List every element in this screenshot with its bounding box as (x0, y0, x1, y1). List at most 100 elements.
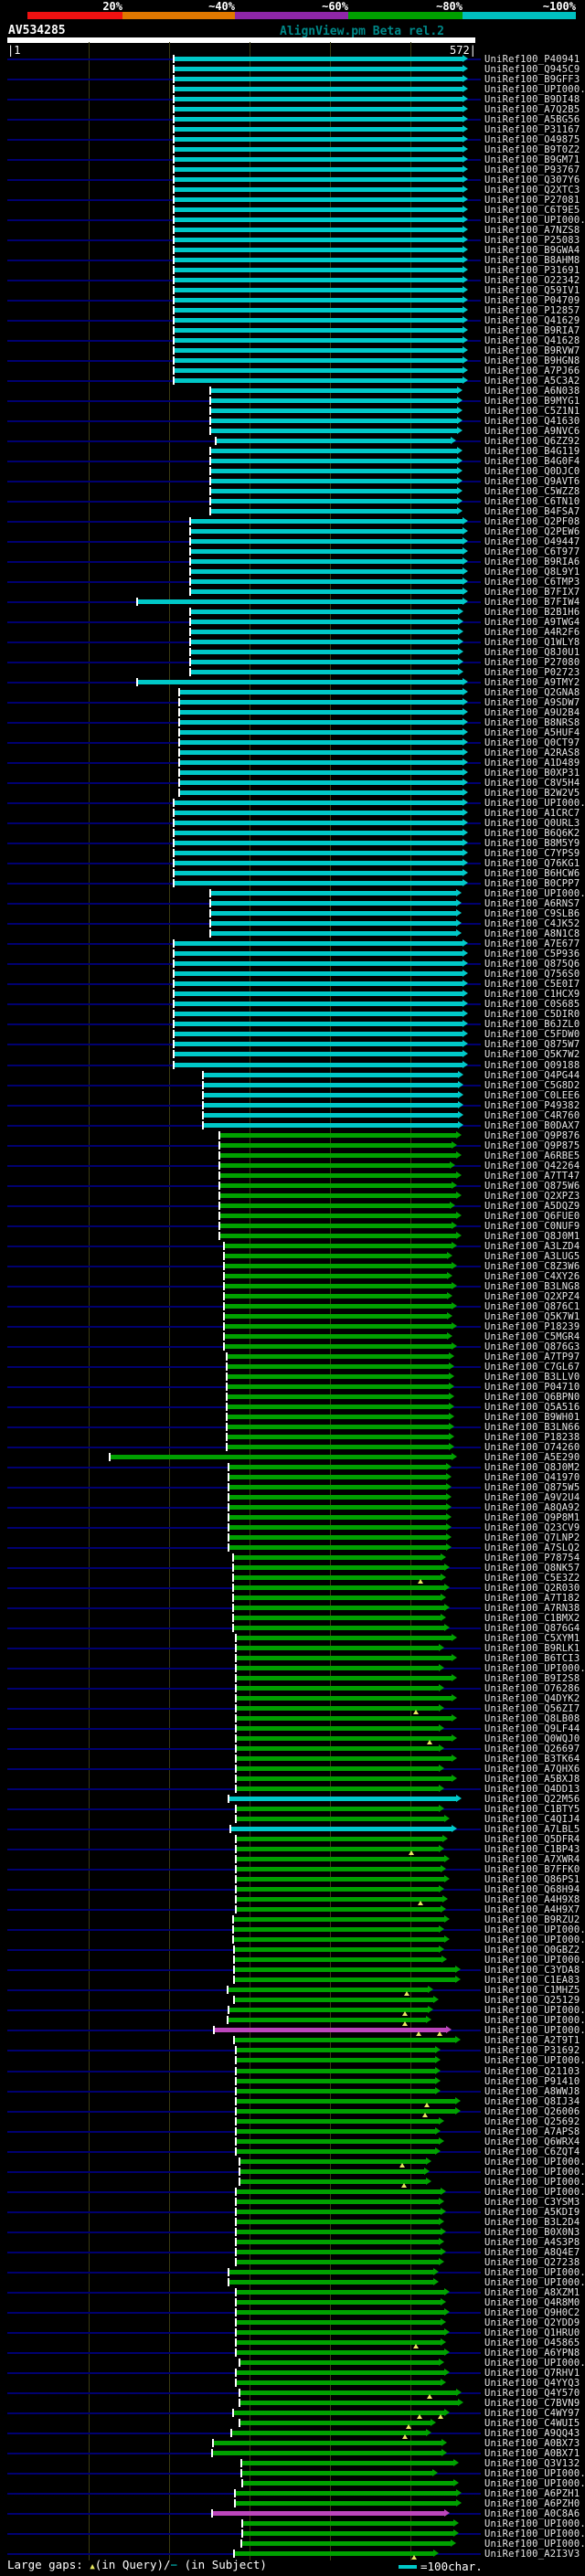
alignment-row[interactable]: UniRef100_Q25129 (0, 1995, 585, 2006)
alignment-row[interactable]: UniRef100_Q25692 (0, 2116, 585, 2127)
alignment-bar[interactable] (190, 660, 459, 665)
alignment-row[interactable]: UniRef100_C5E0I7 (0, 979, 585, 990)
alignment-row[interactable]: UniRef100_A4H9X8 (0, 1894, 585, 1906)
alignment-row[interactable]: UniRef100_A7LBL5 (0, 1824, 585, 1835)
alignment-row[interactable]: UniRef100_UPI000.. (0, 1924, 585, 1935)
alignment-row[interactable]: UniRef100_Q26697 (0, 1744, 585, 1754)
alignment-bar[interactable] (236, 2249, 441, 2254)
alignment-row[interactable]: UniRef100_P04709 (0, 295, 585, 306)
alignment-row[interactable]: UniRef100_A7T182 (0, 1593, 585, 1604)
alignment-bar[interactable] (174, 186, 463, 192)
alignment-bar[interactable] (190, 670, 459, 675)
alignment-row[interactable]: UniRef100_Q8LB08 (0, 1713, 585, 1724)
alignment-bar[interactable] (214, 2028, 447, 2033)
alignment-bar[interactable] (236, 1786, 440, 1792)
alignment-row[interactable]: UniRef100_C1BP43 (0, 1844, 585, 1856)
alignment-bar[interactable] (231, 2430, 427, 2435)
alignment-bar[interactable] (174, 166, 463, 172)
alignment-bar[interactable] (179, 780, 463, 786)
alignment-row[interactable]: UniRef100_A4S3P8 (0, 2237, 585, 2248)
alignment-row[interactable]: UniRef100_B0X0N3 (0, 2227, 585, 2238)
alignment-row[interactable]: UniRef100_A9V2U4 (0, 1492, 585, 1503)
alignment-bar[interactable] (210, 931, 457, 937)
alignment-row[interactable]: UniRef100_C0S685 (0, 999, 585, 1010)
alignment-row[interactable]: UniRef100_P93767 (0, 164, 585, 175)
alignment-row[interactable]: UniRef100_Q26006 (0, 2106, 585, 2117)
alignment-bar[interactable] (174, 86, 463, 91)
alignment-row[interactable]: UniRef100_C1BTY5 (0, 1804, 585, 1815)
alignment-row[interactable]: UniRef100_B4G0F4 (0, 456, 585, 467)
alignment-row[interactable]: UniRef100_UPI000.. (0, 1955, 585, 1966)
alignment-bar[interactable] (210, 468, 458, 473)
alignment-bar[interactable] (174, 66, 463, 71)
alignment-row[interactable]: UniRef100_B9RZU2 (0, 1914, 585, 1925)
alignment-row[interactable]: UniRef100_UPI000.. (0, 2468, 585, 2479)
alignment-row[interactable]: UniRef100_C5FDW0 (0, 1029, 585, 1040)
alignment-bar[interactable] (241, 2470, 433, 2475)
alignment-row[interactable]: UniRef100_UPI000.. (0, 2539, 585, 2549)
alignment-row[interactable]: UniRef100_Q2YDD9 (0, 2317, 585, 2328)
alignment-bar[interactable] (234, 1957, 442, 1963)
alignment-row[interactable]: UniRef100_P49382 (0, 1100, 585, 1111)
alignment-bar[interactable] (236, 1666, 440, 1671)
alignment-bar[interactable] (233, 1585, 445, 1591)
alignment-bar[interactable] (239, 2400, 459, 2405)
alignment-bar[interactable] (174, 227, 463, 232)
alignment-row[interactable]: UniRef100_P31691 (0, 265, 585, 276)
alignment-row[interactable]: UniRef100_B8M5Y9 (0, 838, 585, 849)
alignment-bar[interactable] (210, 398, 458, 403)
alignment-bar[interactable] (174, 1042, 463, 1047)
alignment-row[interactable]: UniRef100_B6HCW6 (0, 868, 585, 879)
alignment-bar[interactable] (219, 1203, 451, 1208)
alignment-row[interactable]: UniRef100_Q8J0M1 (0, 1231, 585, 1242)
alignment-bar[interactable] (210, 891, 457, 896)
alignment-row[interactable]: UniRef100_B6Q6K2 (0, 828, 585, 839)
alignment-row[interactable]: UniRef100_A9TWG4 (0, 617, 585, 628)
alignment-bar[interactable] (174, 56, 463, 61)
alignment-row[interactable]: UniRef100_C4R760 (0, 1110, 585, 1121)
alignment-row[interactable]: UniRef100_A7TP97 (0, 1352, 585, 1362)
alignment-bar[interactable] (236, 1756, 452, 1762)
alignment-row[interactable]: UniRef100_Q8IJ34 (0, 2096, 585, 2107)
alignment-row[interactable]: UniRef100_Q4R8M0 (0, 2297, 585, 2308)
alignment-bar[interactable] (242, 2520, 454, 2526)
alignment-row[interactable]: UniRef100_B9HGN8 (0, 355, 585, 366)
alignment-bar[interactable] (174, 136, 463, 142)
alignment-row[interactable]: UniRef100_Q0DJC0 (0, 466, 585, 477)
alignment-bar[interactable] (179, 720, 463, 726)
alignment-bar[interactable] (233, 1606, 445, 1611)
alignment-row[interactable]: UniRef100_C4WUI5 (0, 2418, 585, 2429)
alignment-row[interactable]: UniRef100_P78754 (0, 1553, 585, 1564)
alignment-bar[interactable] (174, 267, 463, 272)
alignment-row[interactable]: UniRef100_A6N038 (0, 386, 585, 397)
alignment-bar[interactable] (190, 589, 463, 595)
alignment-row[interactable]: UniRef100_B3TK64 (0, 1754, 585, 1765)
alignment-row[interactable]: UniRef100_A9TMY2 (0, 677, 585, 688)
alignment-bar[interactable] (174, 981, 463, 987)
alignment-bar[interactable] (174, 1022, 463, 1027)
alignment-row[interactable]: UniRef100_A7RN38 (0, 1603, 585, 1614)
alignment-row[interactable]: UniRef100_B9RIA7 (0, 325, 585, 336)
alignment-bar[interactable] (219, 1172, 457, 1178)
alignment-row[interactable]: UniRef100_A3LUG5 (0, 1251, 585, 1262)
alignment-bar[interactable] (236, 2189, 441, 2194)
alignment-row[interactable]: UniRef100_O49875 (0, 134, 585, 145)
alignment-bar[interactable] (213, 2440, 442, 2445)
alignment-bar[interactable] (174, 851, 463, 856)
alignment-row[interactable]: UniRef100_A7SLQ2 (0, 1542, 585, 1553)
alignment-row[interactable]: UniRef100_C7YPS9 (0, 848, 585, 859)
alignment-row[interactable]: UniRef100_C5DIR0 (0, 1009, 585, 1020)
alignment-row[interactable]: UniRef100_UPI000.. (0, 2187, 585, 2198)
alignment-row[interactable]: UniRef100_Q5DFR4 (0, 1834, 585, 1845)
alignment-row[interactable]: UniRef100_A9NVC6 (0, 426, 585, 437)
alignment-bar[interactable] (190, 559, 463, 564)
alignment-bar[interactable] (174, 821, 463, 826)
alignment-row[interactable]: UniRef100_P02723 (0, 667, 585, 678)
alignment-bar[interactable] (190, 569, 463, 574)
alignment-bar[interactable] (227, 1434, 450, 1439)
alignment-row[interactable]: UniRef100_Q5A516 (0, 1402, 585, 1413)
alignment-row[interactable]: UniRef100_UPI000.. (0, 2015, 585, 2027)
alignment-bar[interactable] (190, 548, 463, 554)
alignment-row[interactable]: UniRef100_A5E290 (0, 1452, 585, 1463)
alignment-row[interactable]: UniRef100_B0CPP7 (0, 878, 585, 889)
